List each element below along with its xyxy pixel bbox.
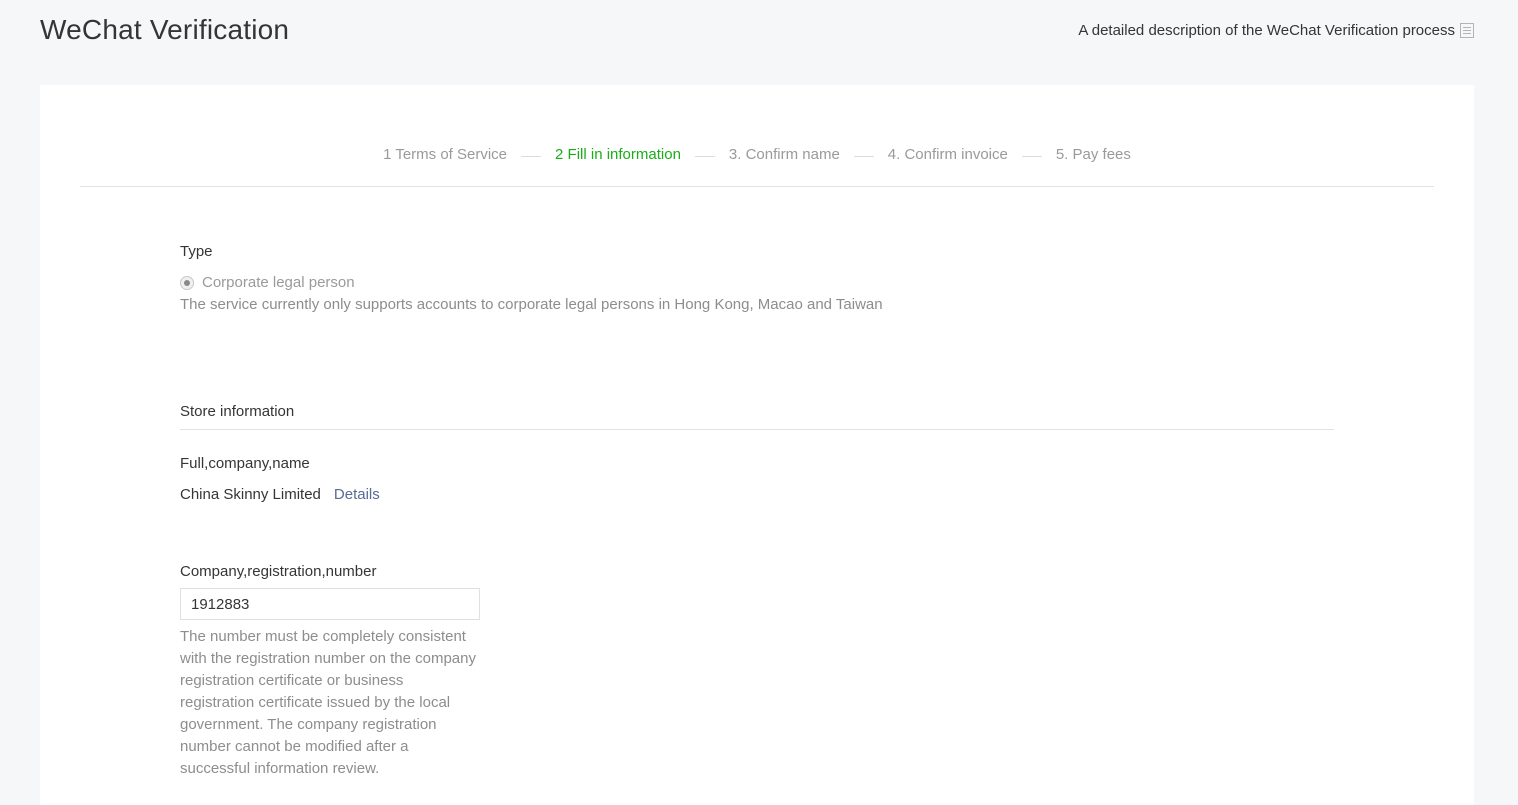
step-fill-in-information: 2 Fill in information xyxy=(555,146,681,163)
registration-number-label: Company,registration,number xyxy=(180,563,377,580)
step-separator xyxy=(853,156,874,157)
verification-card: 1 Terms of Service 2 Fill in information… xyxy=(40,85,1474,805)
page-header: WeChat Verification A detailed descripti… xyxy=(40,0,1474,70)
step-confirm-name: 3. Confirm name xyxy=(728,146,840,163)
step-confirm-invoice: 4. Confirm invoice xyxy=(887,146,1008,163)
step-separator xyxy=(1021,156,1042,157)
step-progress: 1 Terms of Service 2 Fill in information… xyxy=(80,85,1434,187)
corporate-legal-person-option[interactable]: Corporate legal person xyxy=(180,274,355,291)
store-information-title: Store information xyxy=(180,403,1334,430)
page-title: WeChat Verification xyxy=(40,14,290,45)
company-name-label: Full,company,name xyxy=(180,455,310,472)
registration-number-input[interactable] xyxy=(180,588,480,620)
company-name-row: China Skinny Limited Details xyxy=(180,486,380,503)
step-terms-of-service: 1 Terms of Service xyxy=(383,146,508,163)
company-name-value: China Skinny Limited xyxy=(180,486,321,503)
radio-selected-dot xyxy=(184,279,190,286)
step-pay-fees: 5. Pay fees xyxy=(1055,146,1131,163)
details-link[interactable]: Details xyxy=(334,486,380,503)
process-description-label: A detailed description of the WeChat Ver… xyxy=(1078,22,1455,39)
process-description-link[interactable]: A detailed description of the WeChat Ver… xyxy=(1078,22,1474,39)
radio-button[interactable] xyxy=(180,275,194,290)
step-separator xyxy=(521,156,542,157)
registration-number-tip: The number must be completely consistent… xyxy=(180,628,476,777)
step-separator xyxy=(694,156,715,157)
document-icon xyxy=(1460,23,1474,38)
radio-label: Corporate legal person xyxy=(202,274,355,291)
type-label: Type xyxy=(180,243,213,260)
type-tip: The service currently only supports acco… xyxy=(180,296,883,313)
